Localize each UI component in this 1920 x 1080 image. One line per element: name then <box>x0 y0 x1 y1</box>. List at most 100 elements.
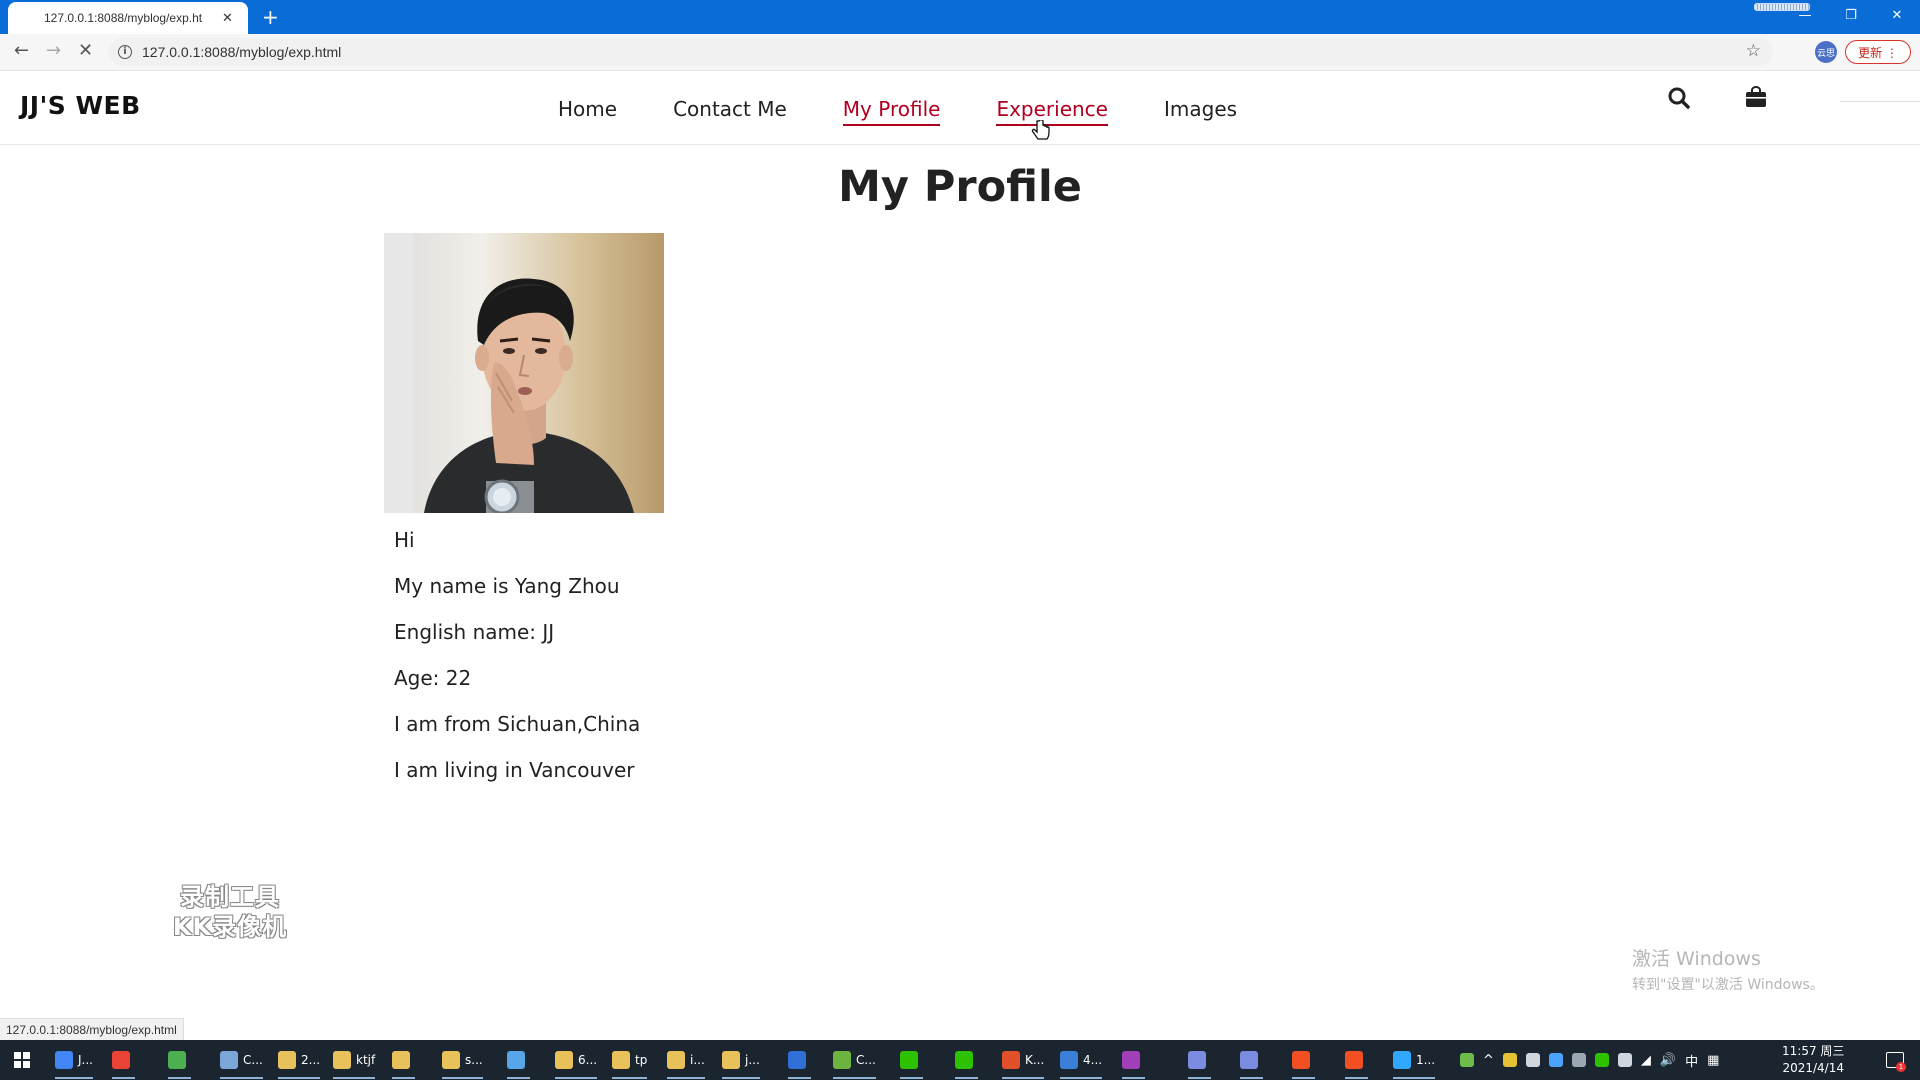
windows-taskbar: J... C... 2... ktjf s... 6... tp i... j... C... K.… <box>0 1040 1920 1080</box>
taskbar-item[interactable] <box>392 1044 415 1079</box>
clock-date: 2021/4/14 <box>1782 1061 1844 1075</box>
taskbar-item[interactable] <box>112 1044 135 1079</box>
tab-title: 127.0.0.1:8088/myblog/exp.ht <box>44 11 203 25</box>
browser-tab[interactable]: 127.0.0.1:8088/myblog/exp.ht ✕ <box>8 2 248 34</box>
nav-link-images[interactable]: Images <box>1164 97 1237 126</box>
taskbar-item-indicator <box>833 1077 876 1079</box>
site-header: JJ'S WEB Home Contact Me My Profile Expe… <box>0 71 1920 145</box>
windows-start-icon[interactable] <box>14 1052 30 1068</box>
taskbar-app-icon <box>112 1051 130 1069</box>
taskbar-app-icon <box>55 1051 73 1069</box>
taskbar-item[interactable] <box>1188 1044 1211 1079</box>
tray-app-icon[interactable] <box>1502 1053 1517 1067</box>
taskbar-item[interactable]: 2... <box>278 1044 321 1079</box>
address-url[interactable]: 127.0.0.1:8088/myblog/exp.html <box>142 44 341 60</box>
tray-app-icon[interactable] <box>1525 1053 1540 1067</box>
taskbar-app-icon <box>1060 1051 1078 1069</box>
taskbar-item[interactable]: 6... <box>555 1044 598 1079</box>
taskbar-item[interactable]: 1... <box>1393 1044 1436 1079</box>
window-controls: — ❐ ✕ <box>1782 0 1920 30</box>
taskbar-item-label: K... <box>1025 1053 1045 1067</box>
taskbar-item[interactable]: i... <box>667 1044 705 1079</box>
browser-profile-avatar[interactable]: 云思 <box>1815 41 1837 63</box>
battery-icon[interactable] <box>1460 1053 1474 1067</box>
taskbar-item[interactable] <box>1240 1044 1263 1079</box>
activation-title: 激活 Windows <box>1632 948 1761 970</box>
taskbar-app-icon <box>612 1051 630 1069</box>
taskbar-item[interactable]: C... <box>220 1044 263 1079</box>
taskbar-item[interactable]: ktjf <box>333 1044 376 1079</box>
taskbar-app-icon <box>555 1051 573 1069</box>
taskbar-item[interactable]: 4... <box>1060 1044 1103 1079</box>
taskbar-item[interactable]: s... <box>442 1044 483 1079</box>
taskbar-app-icon <box>168 1051 186 1069</box>
taskbar-item-label: 6... <box>578 1053 598 1067</box>
shopping-bag-icon[interactable] <box>1745 86 1767 108</box>
taskbar-app-icon <box>507 1051 525 1069</box>
taskbar-item[interactable] <box>1122 1044 1145 1079</box>
close-window-icon[interactable]: ✕ <box>1874 0 1920 30</box>
bookmark-star-icon[interactable]: ☆ <box>1746 41 1761 61</box>
address-bar[interactable]: i 127.0.0.1:8088/myblog/exp.html ☆ <box>108 38 1773 66</box>
back-icon[interactable]: ← <box>14 40 29 61</box>
taskbar-item-indicator <box>220 1077 263 1079</box>
wechat-tray-icon[interactable] <box>1594 1053 1609 1067</box>
taskbar-item-indicator <box>112 1077 135 1079</box>
stop-loading-icon[interactable]: ✕ <box>78 40 93 61</box>
taskbar-item[interactable] <box>1345 1044 1368 1079</box>
watermark-line-2: KK录像机 <box>172 913 288 941</box>
wifi-icon[interactable]: ◢ <box>1641 1053 1651 1068</box>
taskbar-item-indicator <box>1292 1077 1315 1079</box>
tray-app-icon[interactable] <box>1571 1053 1586 1067</box>
taskbar-item-label: i... <box>690 1053 705 1067</box>
recorder-watermark: 录制工具 KK录像机 <box>160 882 300 942</box>
taskbar-app-icon <box>722 1051 740 1069</box>
browser-update-button[interactable]: 更新 ⋮ <box>1845 40 1911 64</box>
tab-close-icon[interactable]: ✕ <box>222 11 233 26</box>
nav-link-my-profile[interactable]: My Profile <box>842 97 941 126</box>
site-logo[interactable]: JJ'S WEB <box>20 91 141 120</box>
taskbar-item-indicator <box>900 1077 923 1079</box>
taskbar-item-indicator <box>788 1077 811 1079</box>
taskbar-item-label: tp <box>635 1053 648 1067</box>
new-tab-button[interactable]: + <box>262 5 279 29</box>
taskbar-item-label: J... <box>78 1053 93 1067</box>
profile-greeting: Hi <box>394 528 415 552</box>
taskbar-item-label: C... <box>243 1053 263 1067</box>
taskbar-item[interactable]: j... <box>722 1044 760 1079</box>
volume-icon[interactable]: 🔊 <box>1660 1053 1676 1068</box>
taskbar-item-indicator <box>333 1077 376 1079</box>
tray-app-icon[interactable] <box>1617 1053 1632 1067</box>
search-icon[interactable] <box>1668 87 1690 109</box>
taskbar-item[interactable] <box>1292 1044 1315 1079</box>
taskbar-item[interactable] <box>507 1044 530 1079</box>
taskbar-item[interactable]: tp <box>612 1044 648 1079</box>
profile-age: Age: 22 <box>394 666 472 690</box>
taskbar-item-indicator <box>722 1077 760 1079</box>
minimize-icon[interactable]: — <box>1782 0 1828 30</box>
taskbar-item-indicator <box>612 1077 648 1079</box>
forward-icon[interactable]: → <box>46 40 61 61</box>
taskbar-item[interactable]: K... <box>1002 1044 1045 1079</box>
keyboard-icon[interactable]: ▦ <box>1707 1053 1719 1068</box>
taskbar-item[interactable] <box>900 1044 923 1079</box>
taskbar-item[interactable]: J... <box>55 1044 93 1079</box>
taskbar-item[interactable] <box>788 1044 811 1079</box>
taskbar-item-label: 4... <box>1083 1053 1103 1067</box>
taskbar-clock[interactable]: 11:57 周三 2021/4/14 <box>1782 1043 1844 1077</box>
taskbar-item-indicator <box>278 1077 321 1079</box>
profile-english-name: English name: JJ <box>394 620 555 644</box>
tray-app-icon[interactable] <box>1548 1053 1563 1067</box>
site-info-icon[interactable]: i <box>118 45 132 59</box>
nav-link-experience[interactable]: Experience <box>996 97 1108 126</box>
profile-photo <box>384 233 664 513</box>
taskbar-app-icon <box>1240 1051 1258 1069</box>
nav-link-contact-me[interactable]: Contact Me <box>673 97 787 126</box>
restore-icon[interactable]: ❐ <box>1828 0 1874 30</box>
taskbar-item[interactable]: C... <box>833 1044 876 1079</box>
taskbar-item[interactable] <box>955 1044 978 1079</box>
ime-indicator[interactable]: 中 <box>1685 1051 1698 1070</box>
taskbar-item[interactable] <box>168 1044 191 1079</box>
tray-expand-icon[interactable]: ^ <box>1483 1053 1494 1068</box>
nav-link-home[interactable]: Home <box>558 97 617 126</box>
